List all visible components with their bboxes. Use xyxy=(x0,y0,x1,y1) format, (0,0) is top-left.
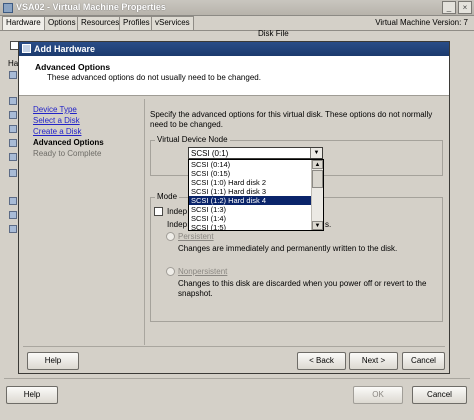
dialog-title-bar: Add Hardware xyxy=(19,42,449,56)
page-subtitle: These advanced options do not usually ne… xyxy=(47,73,261,82)
dialog-cancel-button[interactable]: Cancel xyxy=(402,352,445,370)
outer-title-bar: VSA02 - Virtual Machine Properties _ × xyxy=(0,0,474,16)
vm-properties-icon xyxy=(3,3,13,13)
dropdown-option[interactable]: SCSI (0:15) xyxy=(189,169,311,178)
nonpersistent-radio[interactable] xyxy=(166,267,175,276)
nonpersistent-description: Changes to this disk are discarded when … xyxy=(178,279,427,298)
step-device-type[interactable]: Device Type xyxy=(33,104,141,115)
tab-resources[interactable]: Resources xyxy=(77,16,124,30)
independent-label: Indep xyxy=(167,207,188,216)
nonpersistent-label: Nonpersistent xyxy=(178,267,228,276)
disk-file-label: Disk File xyxy=(258,29,289,38)
close-icon[interactable]: × xyxy=(458,1,472,14)
virtual-device-node-select[interactable]: SCSI (0:1) ▼ xyxy=(188,147,323,159)
hardware-icon xyxy=(9,125,17,133)
virtual-device-node-legend: Virtual Device Node xyxy=(155,135,230,144)
vm-version-label: Virtual Machine Version: 7 xyxy=(375,18,468,27)
dropdown-option[interactable]: SCSI (1:4) xyxy=(189,214,311,223)
step-ready-to-complete: Ready to Complete xyxy=(33,149,102,158)
dropdown-option[interactable]: SCSI (1:3) xyxy=(189,205,311,214)
persistent-description: Changes are immediately and permanently … xyxy=(178,244,398,253)
dialog-title: Add Hardware xyxy=(34,44,96,54)
scrollbar-thumb[interactable] xyxy=(312,170,323,188)
tab-options[interactable]: Options xyxy=(44,16,80,30)
dropdown-option[interactable]: SCSI (1:0) Hard disk 2 xyxy=(189,178,311,187)
hardware-icon xyxy=(9,169,17,177)
independent-description-end: s. xyxy=(325,220,332,229)
hardware-icon xyxy=(9,211,17,219)
step-select-disk[interactable]: Select a Disk xyxy=(33,115,141,126)
hardware-icon xyxy=(9,111,17,119)
device-node-dropdown-list[interactable]: SCSI (0:14) SCSI (0:15) SCSI (1:0) Hard … xyxy=(188,159,324,231)
back-button[interactable]: < Back xyxy=(297,352,346,370)
hardware-icon xyxy=(9,225,17,233)
mode-legend: Mode xyxy=(155,192,180,201)
add-hardware-icon xyxy=(22,44,31,53)
hardware-icon xyxy=(9,153,17,161)
tab-profiles[interactable]: Profiles xyxy=(119,16,154,30)
dropdown-option[interactable]: SCSI (1:1) Hard disk 3 xyxy=(189,187,311,196)
independent-checkbox[interactable] xyxy=(154,207,163,216)
tab-hardware[interactable]: Hardware xyxy=(2,16,45,31)
outer-window-title: VSA02 - Virtual Machine Properties xyxy=(16,2,166,12)
persistent-label: Persistent xyxy=(178,232,214,241)
minimize-icon[interactable]: _ xyxy=(442,1,456,14)
hardware-icon xyxy=(9,139,17,147)
independent-description: Indep xyxy=(167,220,188,229)
hardware-list-header: Ha xyxy=(8,59,19,68)
advanced-options-description: Specify the advanced options for this vi… xyxy=(150,110,433,129)
hardware-icon xyxy=(9,97,17,105)
add-hardware-dialog: Add Hardware Advanced Options These adva… xyxy=(18,41,450,374)
persistent-radio[interactable] xyxy=(166,232,175,241)
outer-help-button[interactable]: Help xyxy=(6,386,58,404)
scroll-up-icon[interactable]: ▲ xyxy=(312,160,323,169)
outer-cancel-button[interactable]: Cancel xyxy=(412,386,467,404)
dropdown-scrollbar[interactable]: ▲ ▼ xyxy=(311,160,323,230)
step-create-disk[interactable]: Create a Disk xyxy=(33,126,141,137)
dropdown-option-selected[interactable]: SCSI (1:2) Hard disk 4 xyxy=(189,196,311,205)
hardware-icon xyxy=(9,197,17,205)
outer-divider xyxy=(4,378,470,379)
dialog-header: Advanced Options These advanced options … xyxy=(19,56,449,96)
selected-device-node: SCSI (0:1) xyxy=(191,149,229,158)
wizard-steps: Device Type Select a Disk Create a Disk … xyxy=(33,104,141,159)
scroll-down-icon[interactable]: ▼ xyxy=(312,221,323,230)
hardware-icon xyxy=(9,71,17,79)
dialog-help-button[interactable]: Help xyxy=(27,352,79,370)
dropdown-option[interactable]: SCSI (1:5) xyxy=(189,223,311,230)
tab-vservices[interactable]: vServices xyxy=(151,16,194,30)
next-button[interactable]: Next > xyxy=(349,352,398,370)
outer-ok-button[interactable]: OK xyxy=(353,386,403,404)
steps-divider xyxy=(144,99,145,345)
dialog-divider xyxy=(23,346,445,347)
step-advanced-options: Advanced Options xyxy=(33,138,104,147)
dropdown-option[interactable]: SCSI (0:14) xyxy=(189,160,311,169)
chevron-down-icon[interactable]: ▼ xyxy=(310,148,322,158)
page-title: Advanced Options xyxy=(35,62,111,72)
